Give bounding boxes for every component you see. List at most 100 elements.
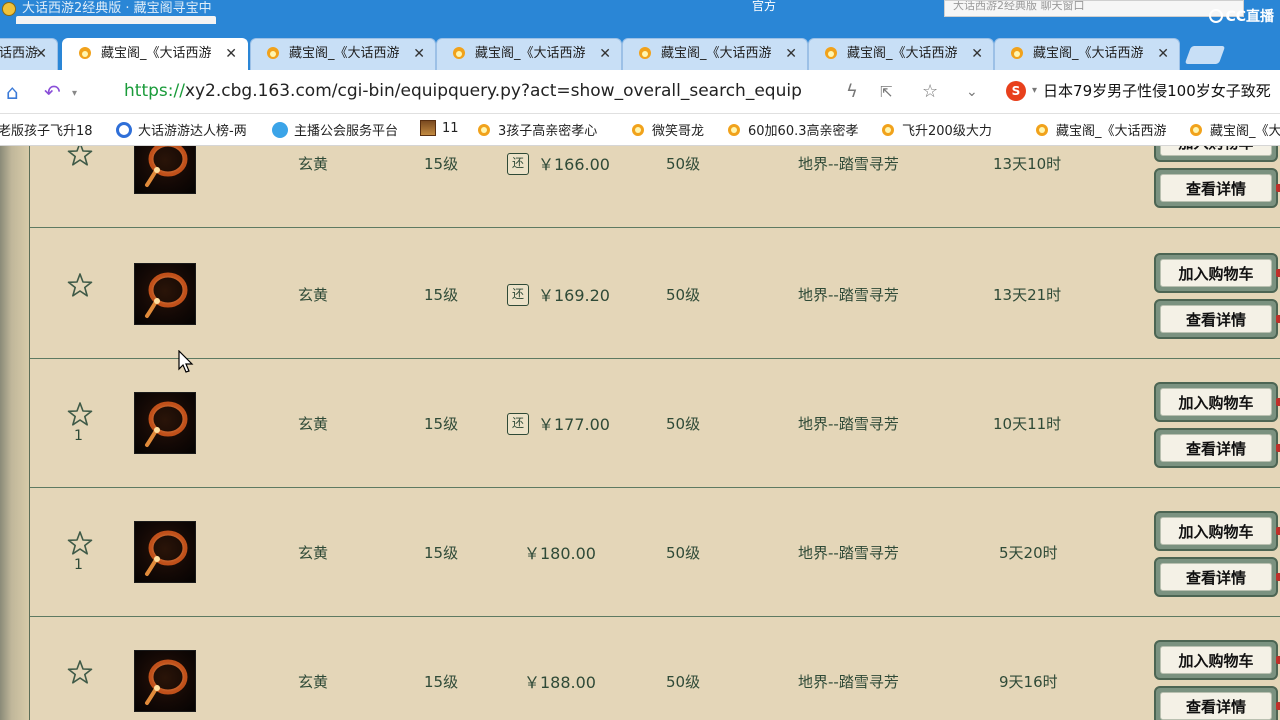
bookmark-label: 飞升200级大力 (902, 124, 992, 139)
equipment-list: 玄黄15级还￥166.0050级地界--踏雪寻芳13天10时加入购物车查看详情玄… (0, 146, 1280, 720)
tab-4[interactable]: 藏宝阁_《大话西游 ✕ (622, 38, 808, 70)
bookmark-0[interactable]: 老版孩子飞升18 (0, 120, 93, 139)
price-cell: ￥166.00 (538, 155, 610, 174)
view-details-button[interactable]: 查看详情 (1154, 428, 1280, 468)
news-ticker[interactable]: S ▾ 日本79岁男子性侵100岁女子致死 (1006, 80, 1271, 101)
time-left-cell: 13天10时 (993, 155, 1062, 173)
chat-search-input[interactable]: 大话西游2经典版 聊天窗口 (944, 0, 1244, 17)
level-cell: 15级 (424, 673, 459, 691)
add-to-cart-button[interactable]: 加入购物车 (1154, 511, 1280, 551)
cloud-icon (272, 121, 288, 138)
bookmark-4[interactable]: 3孩子高亲密孝心 (476, 120, 597, 139)
view-details-label: 查看详情 (1160, 305, 1272, 333)
bookmark-9[interactable]: 藏宝阁_《大 (1188, 120, 1280, 139)
price-cell: ￥188.00 (524, 673, 596, 692)
bookmark-7[interactable]: 飞升200级大力 (880, 120, 992, 139)
add-to-cart-button[interactable]: 加入购物车 (1154, 640, 1280, 680)
table-row: 玄黄 15级 还 ￥166.00 50级 地界--踏雪寻芳 13天10时 加入购物车查看详情 (30, 146, 1280, 228)
view-details-button[interactable]: 查看详情 (1154, 686, 1280, 720)
tab-label: 藏宝阁_《大话西游 (475, 46, 586, 61)
ring-equipment-icon[interactable] (134, 146, 196, 194)
window-title: 大话西游2经典版 · 藏宝阁寻宝中 (22, 1, 212, 16)
star-outline-icon[interactable] (66, 658, 94, 686)
attribute-cell: 玄黄 (298, 673, 329, 691)
bookmark-label: 藏宝阁_《大 (1210, 124, 1280, 139)
attribute-cell: 玄黄 (298, 286, 329, 304)
time-left-cell: 13天21时 (993, 286, 1062, 304)
address-bar: ⌂ ↶ ▾ https://xy2.cbg.163.com/cgi-bin/eq… (0, 70, 1280, 114)
url-input[interactable]: https://xy2.cbg.163.com/cgi-bin/equipque… (124, 81, 802, 101)
ring-equipment-icon[interactable] (134, 263, 196, 325)
bookmark-1[interactable]: 大话游游达人榜-两 (116, 120, 247, 139)
tab-bar: 话西游 ✕ 藏宝阁_《大话西游 ✕ 藏宝阁_《大话西游 ✕ 藏宝阁_《大话西游 … (0, 24, 1280, 70)
cc-logo-text: CC直播 (1225, 9, 1274, 24)
close-icon[interactable]: ✕ (35, 39, 47, 69)
required-level-cell: 50级 (666, 673, 701, 691)
chick-icon (451, 47, 467, 61)
chick-icon (823, 47, 839, 61)
chevron-down-icon[interactable]: ⌄ (966, 84, 978, 100)
bookmark-3[interactable]: 11 (420, 120, 459, 136)
chick-icon (265, 47, 281, 61)
view-details-button[interactable]: 查看详情 (1154, 168, 1280, 208)
close-icon[interactable]: ✕ (599, 39, 611, 69)
close-icon[interactable]: ✕ (413, 39, 425, 69)
chick-icon (77, 47, 93, 61)
add-to-cart-button[interactable]: 加入购物车 (1154, 253, 1280, 293)
bookmark-6[interactable]: 60加60.3高亲密孝 (726, 120, 859, 139)
time-left-cell: 10天11时 (993, 415, 1062, 433)
search-engine-icon[interactable]: S (1006, 80, 1026, 101)
bookmark-label: 大话游游达人榜-两 (138, 124, 247, 139)
attribute-cell: 玄黄 (298, 544, 329, 562)
tab-6[interactable]: 藏宝阁_《大话西游 ✕ (994, 38, 1180, 70)
table-row: 1 玄黄 15级 ￥180.00 50级 地界--踏雪寻芳 5天20时 加入购物车 查看详情 (30, 488, 1280, 617)
tab-2[interactable]: 藏宝阁_《大话西游 ✕ (250, 38, 436, 70)
chick-icon (630, 122, 646, 138)
home-icon[interactable]: ⌂ (6, 80, 19, 104)
add-to-cart-button[interactable]: 加入购物车 (1154, 382, 1280, 422)
chick-icon (476, 122, 492, 138)
close-icon[interactable]: ✕ (785, 39, 797, 69)
add-to-cart-button[interactable]: 加入购物车 (1154, 146, 1278, 162)
url-scheme: https:// (124, 81, 185, 101)
undo-icon[interactable]: ↶ (44, 80, 61, 104)
star-outline-icon[interactable] (66, 529, 94, 557)
tab-3[interactable]: 藏宝阁_《大话西游 ✕ (436, 38, 622, 70)
close-icon[interactable]: ✕ (971, 39, 983, 69)
tab-5[interactable]: 藏宝阁_《大话西游 ✕ (808, 38, 994, 70)
level-cell: 15级 (424, 286, 459, 304)
star-bookmark-icon[interactable]: ☆ (922, 81, 938, 102)
new-tab-button[interactable] (1184, 46, 1226, 64)
tab-0[interactable]: 话西游 ✕ (0, 38, 58, 70)
price-cell: ￥180.00 (524, 544, 596, 563)
view-details-label: 查看详情 (1160, 563, 1272, 591)
lightning-icon[interactable]: ϟ (846, 81, 858, 102)
cc-icon (116, 121, 132, 138)
ring-equipment-icon[interactable] (134, 650, 196, 712)
view-details-button[interactable]: 查看详情 (1154, 557, 1280, 597)
bookmark-label: 藏宝阁_《大话西游 (1056, 124, 1167, 139)
star-outline-icon[interactable] (66, 146, 94, 168)
star-outline-icon[interactable] (66, 400, 94, 428)
star-outline-icon[interactable] (66, 271, 94, 299)
bookmark-8[interactable]: 藏宝阁_《大话西游 (1034, 120, 1167, 139)
required-level-cell: 50级 (666, 286, 701, 304)
tab-label: 藏宝阁_《大话西游 (1033, 46, 1144, 61)
add-to-cart-label: 加入购物车 (1160, 259, 1272, 287)
view-details-button[interactable]: 查看详情 (1154, 299, 1280, 339)
title-input[interactable] (16, 16, 216, 24)
close-icon[interactable]: ✕ (225, 39, 237, 69)
window-right-label: 官方 (752, 0, 777, 13)
bookmark-5[interactable]: 微笑哥龙 (630, 120, 704, 139)
required-level-cell: 50级 (666, 155, 701, 173)
ring-equipment-icon[interactable] (134, 392, 196, 454)
news-text: 日本79岁男子性侵100岁女子致死 (1043, 82, 1271, 100)
bookmark-2[interactable]: 主播公会服务平台 (272, 120, 398, 139)
ring-equipment-icon[interactable] (134, 521, 196, 583)
tab-1[interactable]: 藏宝阁_《大话西游 ✕ (62, 38, 248, 70)
chevron-down-icon[interactable]: ▾ (72, 88, 77, 99)
close-icon[interactable]: ✕ (1157, 39, 1169, 69)
attribute-cell: 玄黄 (298, 155, 329, 173)
caret-down-icon[interactable]: ▾ (1032, 85, 1037, 96)
share-icon[interactable]: ⇱ (880, 83, 893, 101)
